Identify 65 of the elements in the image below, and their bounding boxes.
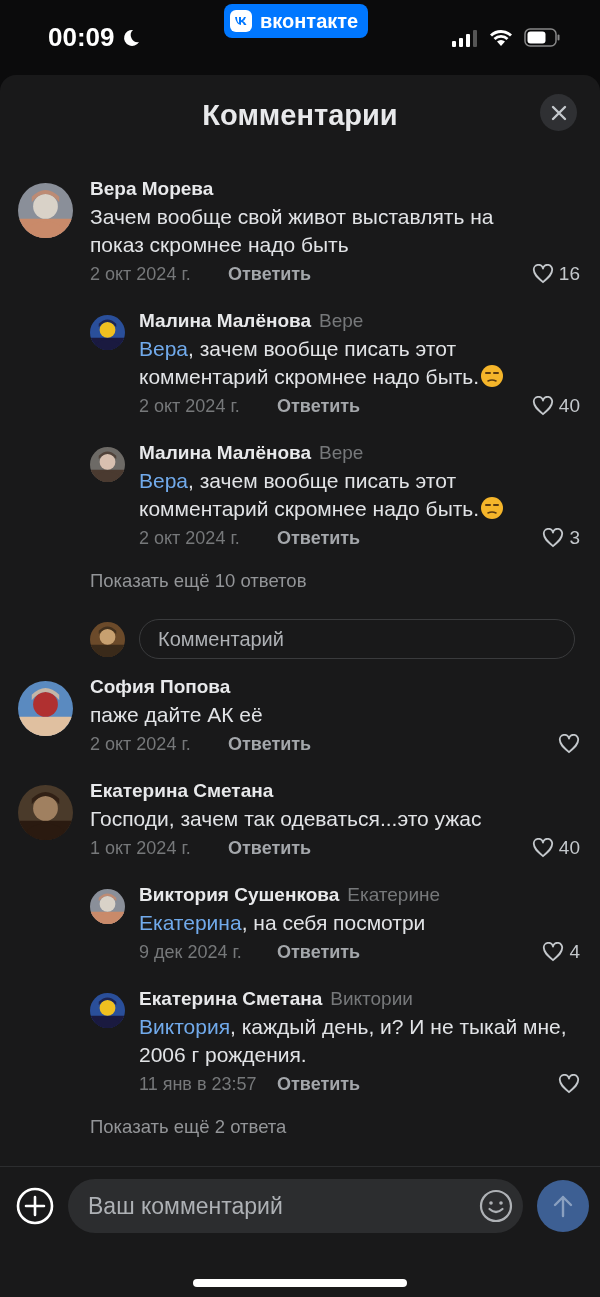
author-name[interactable]: Вера Морева bbox=[90, 175, 580, 203]
author-name[interactable]: Екатерина Сметана bbox=[139, 985, 323, 1013]
show-more-replies-link[interactable]: Показать ещё 10 ответов bbox=[90, 567, 307, 595]
reply-target: Вере bbox=[319, 309, 364, 333]
reply-link[interactable]: Ответить bbox=[277, 1073, 361, 1095]
wifi-icon bbox=[488, 28, 514, 47]
send-button[interactable] bbox=[537, 1180, 589, 1232]
reply-target: Екатерине bbox=[347, 883, 441, 907]
like-count: 40 bbox=[558, 395, 580, 417]
comment-date: 1 окт 2024 г. bbox=[90, 837, 192, 859]
reply-input-field[interactable]: Комментарий bbox=[139, 619, 575, 659]
heart-icon[interactable] bbox=[542, 528, 565, 548]
reply-link[interactable]: Ответить bbox=[277, 527, 361, 549]
like-count: 3 bbox=[569, 527, 580, 549]
show-more-replies-link[interactable]: Показать ещё 2 ответа bbox=[90, 1113, 287, 1141]
heart-icon[interactable] bbox=[531, 838, 554, 858]
reply-target: Виктории bbox=[330, 987, 413, 1011]
reply-link[interactable]: Ответить bbox=[277, 941, 361, 963]
add-icon[interactable] bbox=[16, 1187, 54, 1225]
like-count: 16 bbox=[558, 263, 580, 285]
author-name[interactable]: София Попова bbox=[90, 673, 580, 701]
comment-text: Виктория, каждый день, и? И не тыкай мне, 2006 г рождения. bbox=[139, 1014, 568, 1068]
close-icon bbox=[550, 104, 567, 121]
comment-date: 2 окт 2024 г. bbox=[90, 733, 192, 755]
arrow-up-icon bbox=[552, 1194, 574, 1218]
comment-text: Вера, зачем вообще писать этот комментарий скромнее надо быть. bbox=[139, 467, 580, 523]
vk-logo-icon bbox=[230, 10, 252, 32]
mention-link[interactable]: Виктория bbox=[139, 1015, 230, 1038]
comment-date: 2 окт 2024 г. bbox=[139, 527, 241, 549]
like-count: 4 bbox=[569, 941, 580, 963]
comment-text: Вера, зачем вообще писать этот комментарий скромнее надо быть. bbox=[139, 335, 580, 391]
close-button[interactable] bbox=[540, 94, 577, 131]
mention-link[interactable]: Екатерина bbox=[139, 911, 242, 934]
heart-icon[interactable] bbox=[542, 942, 565, 962]
mention-link[interactable]: Вера bbox=[139, 469, 189, 492]
author-name[interactable]: Малина Малёнова bbox=[139, 439, 312, 467]
comment-text: паже дайте АК её bbox=[90, 702, 264, 728]
heart-icon[interactable] bbox=[531, 396, 554, 416]
comment-text: Екатерина, на себя посмотри bbox=[139, 910, 427, 936]
clock-time: 00:09 bbox=[48, 22, 115, 53]
reply-target: Вере bbox=[319, 441, 364, 465]
signal-icon bbox=[452, 28, 478, 47]
comment-date: 2 окт 2024 г. bbox=[139, 395, 241, 417]
author-name[interactable]: Малина Малёнова bbox=[139, 307, 312, 335]
battery-icon bbox=[524, 28, 560, 47]
sheet-title: Комментарии bbox=[202, 98, 398, 132]
heart-icon[interactable] bbox=[558, 734, 580, 754]
comment-date: 9 дек 2024 г. bbox=[139, 941, 243, 963]
mention-link[interactable]: Вера bbox=[139, 337, 189, 360]
reply-link[interactable]: Ответить bbox=[228, 733, 312, 755]
smiley-icon[interactable] bbox=[479, 1189, 513, 1223]
heart-icon[interactable] bbox=[531, 264, 554, 284]
author-name[interactable]: Виктория Сушенкова bbox=[139, 881, 340, 909]
reply-link[interactable]: Ответить bbox=[228, 837, 312, 859]
heart-icon[interactable] bbox=[558, 1074, 580, 1094]
author-name[interactable]: Екатерина Сметана bbox=[90, 777, 580, 805]
like-count: 40 bbox=[558, 837, 580, 859]
comment-date: 2 окт 2024 г. bbox=[90, 263, 192, 285]
reply-link[interactable]: Ответить bbox=[277, 395, 361, 417]
comment-date: 11 янв в 23:57 bbox=[139, 1073, 258, 1095]
comment-text: Господи, зачем так одеваться...это ужас bbox=[90, 806, 483, 832]
comment-text: Зачем вообще свой живот выставлять на показ скромнее надо быть bbox=[90, 204, 495, 258]
app-badge[interactable]: вконтакте bbox=[224, 4, 369, 38]
comment-input-field[interactable]: Ваш комментарий bbox=[68, 1179, 523, 1233]
reply-link[interactable]: Ответить bbox=[228, 263, 312, 285]
